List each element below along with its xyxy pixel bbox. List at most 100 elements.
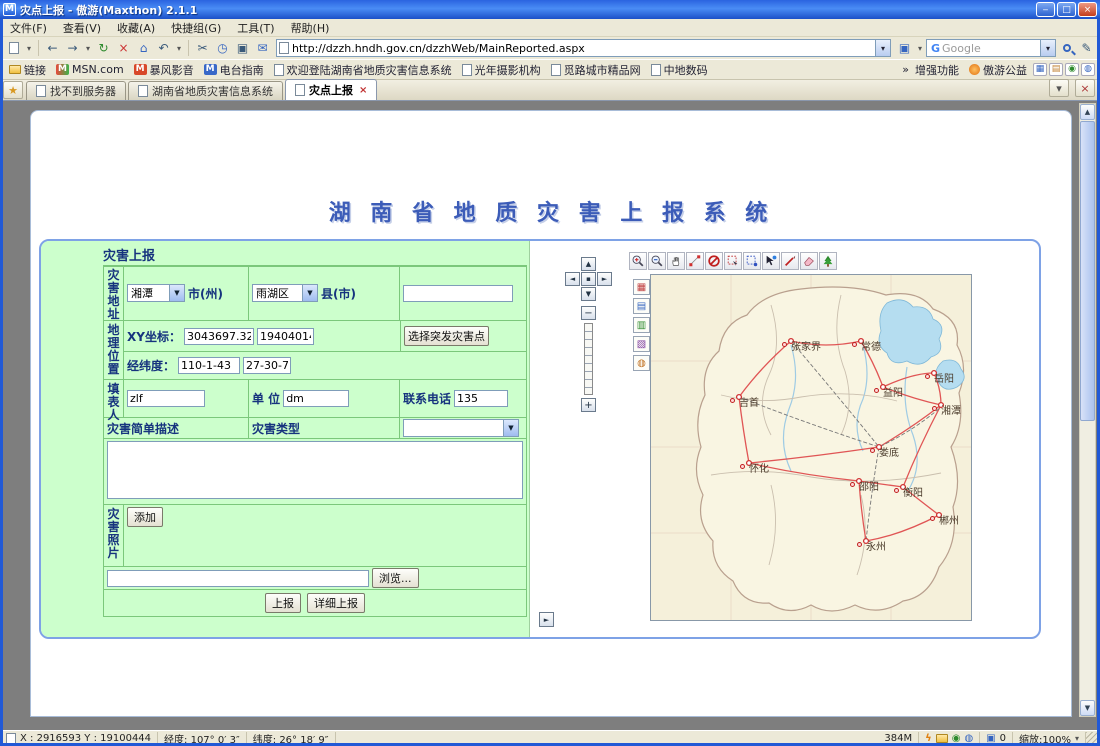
- link-baofeng[interactable]: M暴风影音: [130, 61, 198, 79]
- longitude-input[interactable]: [178, 357, 240, 374]
- search-input[interactable]: Google: [942, 42, 1040, 55]
- city-select[interactable]: 湘潭 ▼: [127, 284, 185, 302]
- clear-selection-icon[interactable]: [705, 252, 723, 270]
- menu-tools[interactable]: 工具(T): [229, 19, 282, 37]
- identify-point-icon[interactable]: [762, 252, 780, 270]
- zoom-in-icon[interactable]: [629, 252, 647, 270]
- screen-capture-button[interactable]: ▣: [233, 39, 252, 58]
- menu-help[interactable]: 帮助(H): [283, 19, 338, 37]
- address-dropdown[interactable]: ▾: [875, 40, 890, 56]
- zoom-slider[interactable]: [584, 323, 593, 395]
- plugin-feed-icon[interactable]: ◉: [1065, 63, 1079, 76]
- new-tab-dropdown[interactable]: ▾: [24, 39, 34, 58]
- url-text[interactable]: http://dzzh.hndh.gov.cn/dzzhWeb/MainRepo…: [289, 42, 875, 55]
- pan-right-button[interactable]: ►: [597, 272, 612, 286]
- measure-distance-icon[interactable]: [686, 252, 704, 270]
- add-photo-button[interactable]: 添加: [127, 507, 163, 527]
- overview-map-icon[interactable]: ▤: [633, 298, 650, 314]
- menu-file[interactable]: 文件(F): [2, 19, 55, 37]
- tab-hunan-geo-system[interactable]: 湖南省地质灾害信息系统: [128, 81, 283, 100]
- highlight-button[interactable]: ✎: [1077, 39, 1096, 58]
- plugin-grid-icon[interactable]: ▦: [1033, 63, 1047, 76]
- tab-disaster-report[interactable]: 灾点上报×: [285, 79, 377, 100]
- map-canvas[interactable]: 张家界常德岳阳吉首益阳湘潭怀化娄底邵阳衡阳永州郴州: [650, 274, 972, 621]
- zoom-control[interactable]: 缩放:100%▾: [1013, 732, 1086, 746]
- eraser-icon[interactable]: [800, 252, 818, 270]
- chevron-down-icon[interactable]: ▼: [503, 420, 518, 436]
- collapse-panel-button[interactable]: ►: [539, 612, 554, 627]
- boost-icon[interactable]: ϟ: [925, 733, 932, 744]
- layer-tree-icon[interactable]: [819, 252, 837, 270]
- ad-hunter-icon[interactable]: ◉: [952, 733, 961, 744]
- undo-button[interactable]: ↶: [154, 39, 173, 58]
- close-button[interactable]: ×: [1078, 2, 1097, 17]
- unit-input[interactable]: [283, 390, 349, 407]
- print-map-icon[interactable]: ▧: [633, 336, 650, 352]
- timer-button[interactable]: ◷: [213, 39, 232, 58]
- chevron-down-icon[interactable]: ▼: [169, 285, 184, 301]
- forward-button[interactable]: →: [63, 39, 82, 58]
- scroll-up-icon[interactable]: ▲: [1080, 104, 1095, 120]
- links-folder[interactable]: 链接: [5, 61, 50, 79]
- popup-blocker[interactable]: ▣0: [980, 732, 1013, 746]
- snip-tool-button[interactable]: ✂: [193, 39, 212, 58]
- phone-input[interactable]: [454, 390, 508, 407]
- menu-view[interactable]: 查看(V): [55, 19, 109, 37]
- zoom-out-icon[interactable]: [648, 252, 666, 270]
- links-overflow[interactable]: »: [902, 63, 909, 76]
- y-coordinate-input[interactable]: [257, 328, 314, 345]
- full-extent-button[interactable]: ▪: [581, 272, 596, 286]
- chevron-down-icon[interactable]: ▼: [302, 285, 317, 301]
- detail-submit-button[interactable]: 详细上报: [307, 593, 365, 613]
- submit-button[interactable]: 上报: [265, 593, 301, 613]
- close-active-tab-button[interactable]: ×: [1075, 79, 1095, 97]
- close-tab-icon[interactable]: ×: [357, 85, 367, 96]
- zoom-dropdown-icon[interactable]: ▾: [1075, 734, 1079, 743]
- scrollbar-thumb[interactable]: [1080, 121, 1095, 421]
- vertical-scrollbar[interactable]: ▲ ▼: [1079, 103, 1096, 717]
- disaster-type-select[interactable]: ▼: [403, 419, 519, 437]
- x-coordinate-input[interactable]: [184, 328, 254, 345]
- favorites-tab-button[interactable]: ★: [3, 81, 23, 99]
- stop-button[interactable]: ×: [114, 39, 133, 58]
- reporter-input[interactable]: [127, 390, 205, 407]
- undo-dropdown[interactable]: ▾: [174, 39, 184, 58]
- link-zhongdi[interactable]: 中地数码: [647, 61, 712, 79]
- tab-server-not-found[interactable]: 找不到服务器: [26, 81, 126, 100]
- link-radio[interactable]: M电台指南: [200, 61, 268, 79]
- link-guangnian[interactable]: 光年摄影机构: [458, 61, 545, 79]
- refresh-button[interactable]: ↻: [94, 39, 113, 58]
- minimize-button[interactable]: ‒: [1036, 2, 1055, 17]
- history-dropdown[interactable]: ▾: [83, 39, 93, 58]
- new-tab-button[interactable]: [4, 39, 23, 58]
- search-box[interactable]: G Google ▾: [926, 39, 1056, 57]
- address-detail-input[interactable]: [403, 285, 513, 302]
- menu-favorites[interactable]: 收藏(A): [109, 19, 163, 37]
- link-msn[interactable]: MMSN.com: [52, 62, 128, 77]
- resize-grip[interactable]: [1086, 732, 1100, 746]
- maximize-button[interactable]: □: [1057, 2, 1076, 17]
- go-button[interactable]: ▣: [895, 39, 914, 58]
- pick-disaster-point-button[interactable]: 选择突发灾害点: [404, 326, 489, 346]
- pan-left-button[interactable]: ◄: [565, 272, 580, 286]
- tab-list-button[interactable]: ▾: [1049, 79, 1069, 97]
- plugin-window-icon[interactable]: ▤: [1049, 63, 1063, 76]
- search-button[interactable]: [1057, 39, 1076, 58]
- select-polygon-icon[interactable]: [743, 252, 761, 270]
- pan-up-button[interactable]: ▲: [581, 257, 596, 271]
- plugin-shield-icon[interactable]: ◍: [1081, 63, 1095, 76]
- menu-groups[interactable]: 快捷组(G): [163, 19, 229, 37]
- select-rectangle-icon[interactable]: [724, 252, 742, 270]
- link-milu[interactable]: 觅路城市精品网: [547, 61, 645, 79]
- link-hunan-geo[interactable]: 欢迎登陆湖南省地质灾害信息系统: [270, 61, 456, 79]
- scroll-down-icon[interactable]: ▼: [1080, 700, 1095, 716]
- pan-hand-icon[interactable]: [667, 252, 685, 270]
- browse-button[interactable]: 浏览...: [372, 568, 419, 588]
- zoom-out-step-button[interactable]: −: [581, 306, 596, 320]
- map-info-icon[interactable]: ◍: [633, 355, 650, 371]
- home-button[interactable]: ⌂: [134, 39, 153, 58]
- download-folder-icon[interactable]: [936, 734, 948, 743]
- proxy-icon[interactable]: ◍: [964, 733, 973, 744]
- enhance-menu[interactable]: 增强功能: [911, 61, 963, 79]
- layer-list-icon[interactable]: ▥: [633, 317, 650, 333]
